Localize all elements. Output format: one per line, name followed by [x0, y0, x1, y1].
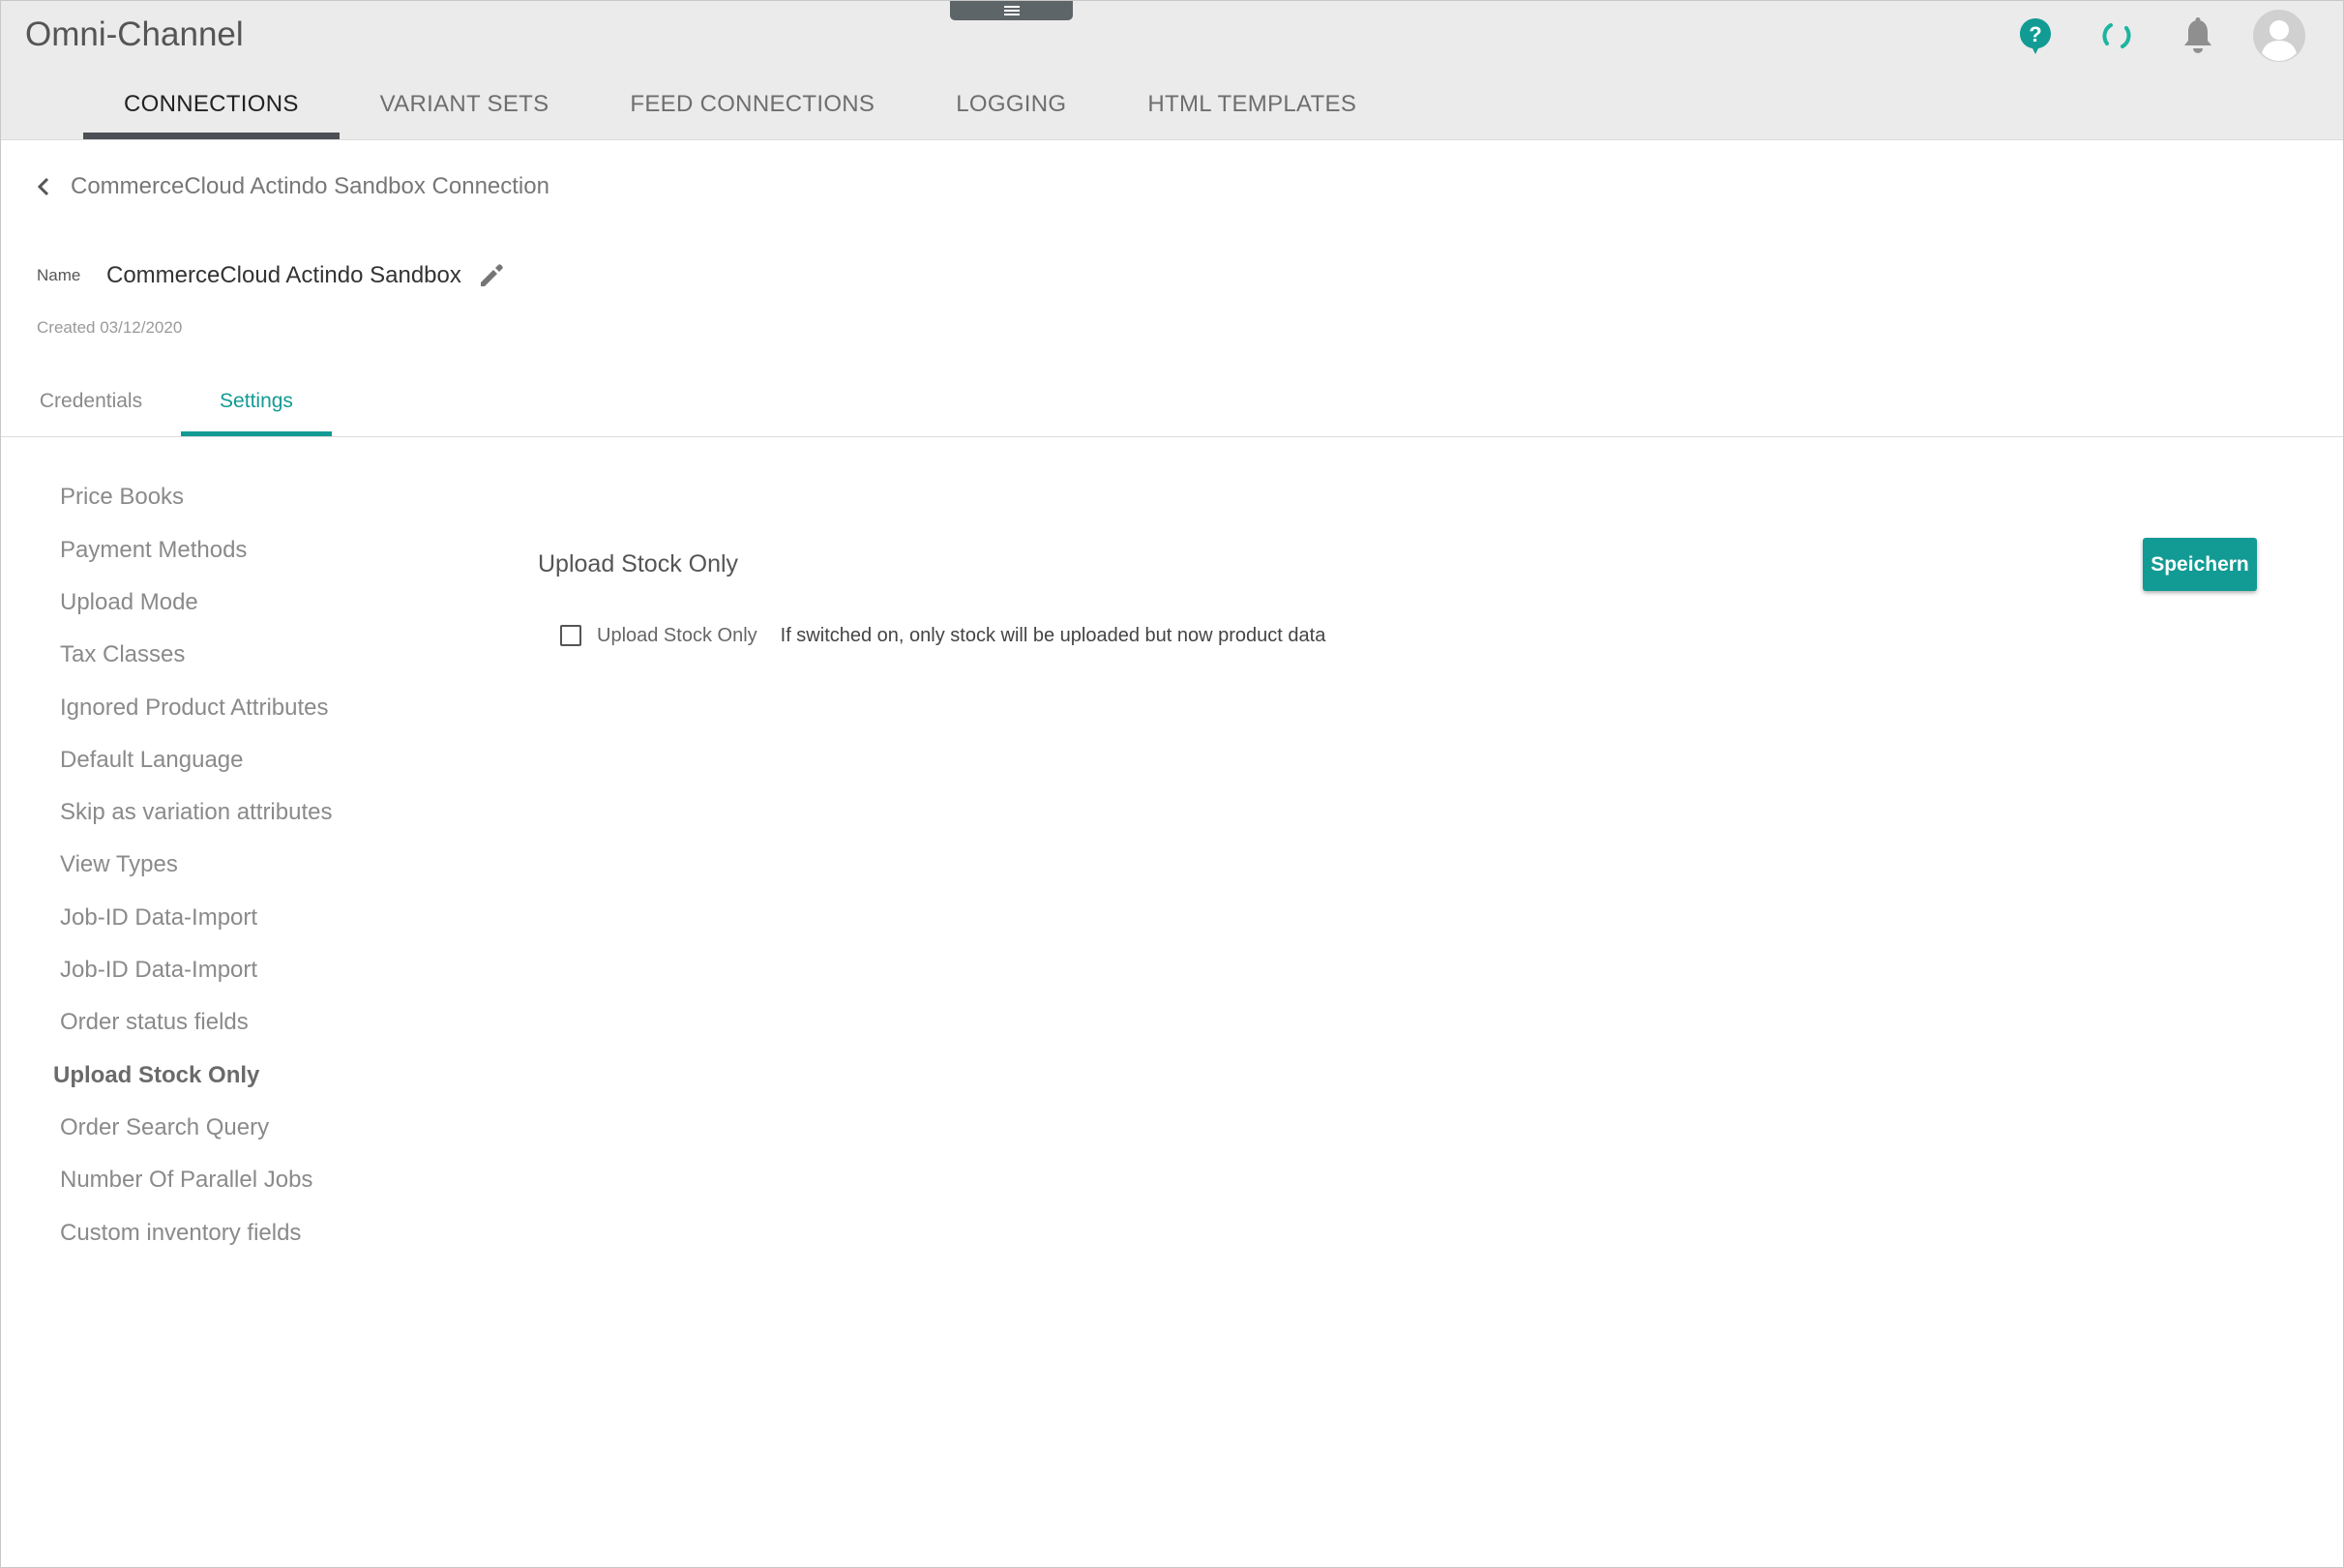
- name-label: Name: [37, 266, 81, 284]
- pencil-icon[interactable]: [475, 259, 508, 292]
- bell-icon[interactable]: [2171, 9, 2225, 63]
- hamburger-icon: [1003, 6, 1020, 15]
- side-item-upload-mode[interactable]: Upload Mode: [60, 586, 198, 619]
- header-actions: ?: [1981, 9, 2306, 63]
- side-item-order-search-query[interactable]: Order Search Query: [60, 1111, 269, 1144]
- sync-icon[interactable]: [2090, 9, 2144, 63]
- sub-tabs: Credentials Settings: [1, 374, 2343, 437]
- side-item-view-types[interactable]: View Types: [60, 848, 178, 881]
- tab-connections[interactable]: CONNECTIONS: [83, 78, 340, 139]
- connection-name-row: Name CommerceCloud Actindo Sandbox: [37, 254, 508, 297]
- side-item-skip-variation-attributes[interactable]: Skip as variation attributes: [60, 796, 332, 829]
- side-item-custom-inventory-fields[interactable]: Custom inventory fields: [60, 1217, 301, 1250]
- chevron-left-icon[interactable]: [30, 167, 57, 206]
- connection-name: CommerceCloud Actindo Sandbox: [106, 262, 461, 288]
- created-date: Created 03/12/2020: [37, 318, 183, 337]
- upload-stock-only-label[interactable]: Upload Stock Only: [597, 625, 757, 647]
- tab-feed-connections[interactable]: FEED CONNECTIONS: [589, 78, 915, 139]
- upload-stock-only-checkbox[interactable]: [560, 625, 581, 646]
- app-window: Omni-Channel ? CONNECTIONS VARIANT SETS …: [0, 0, 2344, 1568]
- app-header: Omni-Channel ? CONNECTIONS VARIANT SETS …: [1, 1, 2343, 140]
- side-item-number-of-parallel-jobs[interactable]: Number Of Parallel Jobs: [60, 1164, 312, 1197]
- side-item-default-language[interactable]: Default Language: [60, 744, 244, 777]
- side-item-upload-stock-only[interactable]: Upload Stock Only: [53, 1059, 259, 1092]
- side-item-job-id-data-import-2[interactable]: Job-ID Data-Import: [60, 954, 257, 987]
- breadcrumb: CommerceCloud Actindo Sandbox Connection: [30, 167, 549, 206]
- avatar-icon[interactable]: [2252, 9, 2306, 63]
- section-title: Upload Stock Only: [538, 550, 739, 577]
- main-nav: CONNECTIONS VARIANT SETS FEED CONNECTION…: [83, 78, 1397, 139]
- tab-html-templates[interactable]: HTML TEMPLATES: [1107, 78, 1397, 139]
- menu-toggle-button[interactable]: [950, 1, 1073, 20]
- side-item-ignored-product-attributes[interactable]: Ignored Product Attributes: [60, 692, 329, 725]
- tab-logging[interactable]: LOGGING: [915, 78, 1107, 139]
- save-button[interactable]: Speichern: [2143, 538, 2257, 591]
- tab-credentials[interactable]: Credentials: [1, 374, 181, 436]
- tab-variant-sets[interactable]: VARIANT SETS: [340, 78, 590, 139]
- side-item-price-books[interactable]: Price Books: [60, 481, 184, 514]
- upload-stock-only-hint: If switched on, only stock will be uploa…: [780, 624, 1326, 646]
- upload-stock-only-option: Upload Stock Only If switched on, only s…: [560, 620, 1325, 651]
- tab-settings[interactable]: Settings: [181, 374, 332, 436]
- svg-text:?: ?: [2029, 22, 2041, 46]
- side-item-job-id-data-import[interactable]: Job-ID Data-Import: [60, 902, 257, 934]
- app-title: Omni-Channel: [25, 15, 244, 53]
- side-item-tax-classes[interactable]: Tax Classes: [60, 638, 185, 671]
- help-icon[interactable]: ?: [2008, 9, 2062, 63]
- side-item-payment-methods[interactable]: Payment Methods: [60, 534, 247, 567]
- breadcrumb-title: CommerceCloud Actindo Sandbox Connection: [71, 173, 549, 199]
- side-item-order-status-fields[interactable]: Order status fields: [60, 1006, 249, 1039]
